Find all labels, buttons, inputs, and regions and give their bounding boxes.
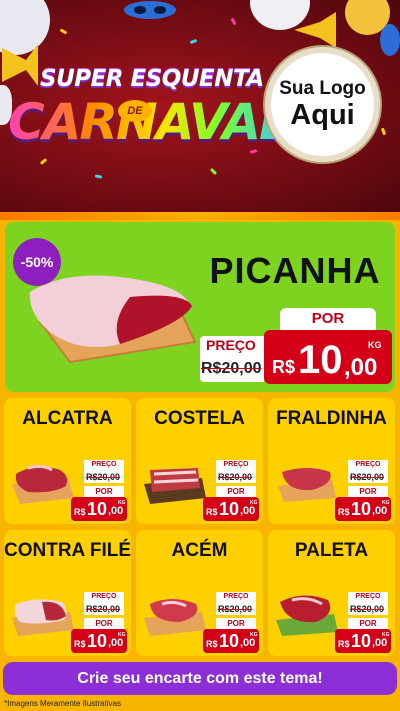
price-decimal: ,00 [344,354,378,381]
trumpet-icon [2,44,38,86]
product-name: PALETA [294,540,369,561]
product-name: COSTELA [154,408,245,429]
meat-on-board-icon [144,599,206,636]
featured-product-name: PICANHA [209,250,381,291]
product-card[interactable]: ALCATRA PREÇO R$20,00 POR R$ 10,00 KG [4,398,131,524]
por-label: POR [216,618,256,629]
meat-on-board-icon [144,468,206,504]
old-price: R$20,00 [86,604,121,614]
price-decimal: ,00 [372,637,388,649]
price-box: R$ 10,00 KG [71,629,127,653]
preco-label: PREÇO [200,336,264,354]
preco-label: PREÇO [84,460,124,470]
old-price: R$20,00 [86,472,121,482]
price-box: R$ 10,00 KG [335,629,391,653]
divider-stripe [0,212,400,220]
product-name: CONTRA FILÉ [4,540,131,561]
carnival-mask-icon [124,1,176,19]
price-box: R$ 10,00 KG [203,629,259,653]
trumpet-icon [294,12,336,48]
price-unit: KG [250,500,258,506]
title-super-esquenta: SUPER ESQUENTA [40,66,264,92]
product-name: FRALDINHA [276,408,387,429]
logo-placeholder[interactable]: Sua Logo Aqui [265,47,380,162]
header-banner: SUPER ESQUENTA CARNAVAL DE Sua Logo Aqui [0,0,400,212]
title-connector: DE [118,100,152,122]
meat-on-board-icon [276,595,338,636]
confetti-icon [189,38,198,45]
price-currency: R$ [272,357,296,377]
confetti-icon [39,158,48,165]
price-integer: 10 [87,631,108,651]
por-label: POR [348,618,388,629]
preco-label: PREÇO [84,592,124,602]
por-label: POR [84,618,124,629]
price-integer: 10 [298,338,343,382]
price-integer: 10 [351,499,372,519]
price-unit: KG [382,500,390,506]
price-decimal: ,00 [108,637,124,649]
price-box: R$ 10,00 KG [203,497,259,521]
price-unit: KG [382,632,390,638]
confetti-icon [209,167,218,176]
old-price: R$20,00 [218,472,253,482]
price-currency: R$ [206,507,218,517]
old-price: R$20,00 [350,604,385,614]
confetti-icon [230,17,237,26]
product-card[interactable]: ACÉM PREÇO R$20,00 POR R$ 10,00 KG [136,530,263,656]
product-card[interactable]: COSTELA PREÇO R$20,00 POR R$ 10,00 KG [136,398,263,524]
confetti-icon [94,174,103,179]
carnival-mask-icon [380,24,400,56]
price-integer: 10 [87,499,108,519]
por-label: POR [348,486,388,497]
product-name: ALCATRA [22,408,113,429]
old-price: R$20,00 [350,472,385,482]
preco-label: PREÇO [348,592,388,602]
old-price: R$20,00 [218,604,253,614]
meat-on-board-icon [278,468,336,502]
title-carnaval: CARNAVAL [8,93,291,151]
price-currency: R$ [74,639,86,649]
price-unit: KG [118,632,126,638]
disclaimer: *Imagens Meramente Ilustrativas [4,699,121,708]
product-card[interactable]: PALETA PREÇO R$20,00 POR R$ 10,00 KG [268,530,395,656]
preco-label: PREÇO [216,592,256,602]
price-decimal: ,00 [240,637,256,649]
product-card[interactable]: CONTRA FILÉ PREÇO R$20,00 POR R$ 10,00 KG [4,530,131,656]
preco-label: PREÇO [216,460,256,470]
confetti-icon [380,127,387,136]
discount-badge: -50% [13,238,61,286]
preco-label: PREÇO [348,460,388,470]
price-currency: R$ [206,639,218,649]
price-integer: 10 [351,631,372,651]
price-box: R$ 10,00 KG [335,497,391,521]
old-price: R$20,00 [201,360,262,377]
price-decimal: ,00 [108,505,124,517]
price-unit: KG [368,340,382,350]
price-currency: R$ [338,507,350,517]
price-unit: KG [250,632,258,638]
create-flyer-button[interactable]: Crie seu encarte com este tema! [3,662,397,695]
meat-on-board-icon [12,464,74,504]
por-label: POR [84,486,124,497]
logo-line1: Sua Logo [279,78,366,100]
price-unit: KG [118,500,126,506]
price-box: R$ 10,00 KG [71,497,127,521]
por-label: POR [216,486,256,497]
price-decimal: ,00 [240,505,256,517]
price-integer: 10 [219,499,240,519]
logo-line2: Aqui [290,99,355,132]
confetti-icon [59,28,68,35]
price-decimal: ,00 [372,505,388,517]
price-box: R$ 10 ,00 KG [264,330,392,384]
price-currency: R$ [74,507,86,517]
por-label: POR [280,308,376,330]
meat-on-board-icon [12,599,74,636]
product-card[interactable]: FRALDINHA PREÇO R$20,00 POR R$ 10,00 KG [268,398,395,524]
product-name: ACÉM [171,540,228,561]
price-currency: R$ [338,639,350,649]
price-integer: 10 [219,631,240,651]
